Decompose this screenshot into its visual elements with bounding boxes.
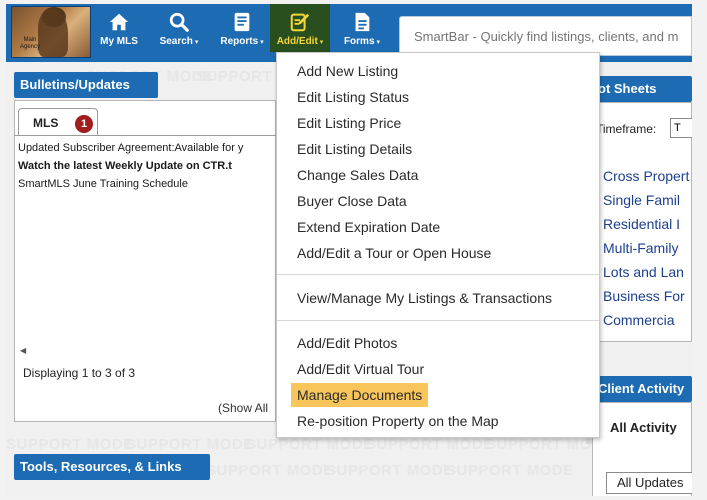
- smartbar-input[interactable]: [400, 17, 691, 55]
- nav-add-edit-label: Add/Edit: [276, 36, 318, 47]
- chevron-down-icon: ▾: [319, 39, 324, 46]
- chevron-down-icon: ▾: [260, 39, 264, 46]
- hotsheet-link[interactable]: Residential I: [603, 216, 680, 232]
- all-activity-label: All Activity: [610, 420, 677, 435]
- tab-mls-label: MLS: [33, 116, 59, 130]
- nav-add-edit[interactable]: Add/Edit ▾: [270, 4, 330, 52]
- client-activity-header: Client Activity: [592, 376, 692, 402]
- display-count: Displaying 1 to 3 of 3: [23, 366, 136, 380]
- menu-item-edit-listing-details[interactable]: Edit Listing Details: [291, 137, 418, 161]
- tab-mls[interactable]: MLS 1: [18, 108, 98, 136]
- timeframe-label: Timeframe:: [596, 122, 657, 136]
- menu-item-reposition-property[interactable]: Re-position Property on the Map: [291, 409, 505, 433]
- nav-reports[interactable]: Reports ▾: [211, 4, 273, 52]
- watermark: SUPPORT MODE: [126, 436, 254, 453]
- watermark: SUPPORT MODE: [446, 462, 574, 479]
- nav-my-mls[interactable]: My MLS: [94, 4, 144, 52]
- menu-item-buyer-close-data[interactable]: Buyer Close Data: [291, 189, 413, 213]
- menu-item-add-edit-virtual-tour[interactable]: Add/Edit Virtual Tour: [291, 357, 430, 381]
- hotsheet-link[interactable]: Multi-Family: [603, 240, 678, 256]
- watermark: SUPPORT MODE: [366, 436, 494, 453]
- menu-item-add-new-listing[interactable]: Add New Listing: [291, 59, 404, 83]
- bulletin-item[interactable]: Updated Subscriber Agreement:Available f…: [18, 142, 276, 154]
- menu-item-extend-expiration-date[interactable]: Extend Expiration Date: [291, 215, 446, 239]
- hotsheets-header: ot Sheets: [592, 76, 692, 102]
- hotsheet-link[interactable]: Single Famil: [603, 192, 680, 208]
- report-icon: [234, 12, 250, 32]
- bulletin-item[interactable]: Watch the latest Weekly Update on CTR.t: [18, 160, 276, 172]
- scroll-left-icon[interactable]: ◀: [20, 346, 26, 355]
- menu-item-add-edit-tour[interactable]: Add/Edit a Tour or Open House: [291, 241, 497, 265]
- timeframe-select[interactable]: T: [670, 118, 692, 138]
- watermark: SUPPORT MODE: [206, 462, 334, 479]
- menu-item-add-edit-photos[interactable]: Add/Edit Photos: [291, 331, 403, 355]
- watermark: SUPPORT MODE: [246, 436, 374, 453]
- menu-item-manage-documents[interactable]: Manage Documents: [291, 383, 429, 407]
- tools-header: Tools, Resources, & Links: [14, 454, 210, 480]
- hotsheet-link[interactable]: Cross Propert: [603, 168, 689, 184]
- document-icon: [355, 12, 370, 32]
- hotsheet-link[interactable]: Lots and Lan: [603, 264, 684, 280]
- nav-my-mls-label: My MLS: [100, 36, 138, 47]
- menu-item-edit-listing-price[interactable]: Edit Listing Price: [291, 111, 407, 135]
- app-canvas: SUPPORT MODE SUPPORT MODE SUPPORT MODE S…: [6, 4, 692, 496]
- logo-agency-label: Main Agency: [19, 37, 40, 50]
- search-icon: [169, 12, 189, 32]
- bulletin-item[interactable]: SmartMLS June Training Schedule: [18, 178, 276, 190]
- chevron-down-icon: ▾: [194, 39, 199, 46]
- bulletins-header: Bulletins/Updates: [14, 72, 158, 98]
- nav-search[interactable]: Search ▾: [150, 4, 208, 52]
- chevron-down-icon: ▾: [376, 39, 381, 46]
- hotsheet-link[interactable]: Commercia: [603, 312, 675, 328]
- show-all-link[interactable]: (Show All: [218, 401, 268, 415]
- watermark: SUPPORT MODE: [6, 436, 134, 453]
- horizontal-scrollbar[interactable]: ◀: [18, 346, 274, 356]
- menu-item-view-manage-listings[interactable]: View/Manage My Listings & Transactions: [291, 286, 558, 310]
- nav-forms-label: Forms: [343, 36, 375, 47]
- nav-reports-label: Reports: [220, 36, 259, 47]
- all-updates-select[interactable]: All Updates: [606, 472, 692, 494]
- watermark: SUPPORT MODE: [326, 462, 454, 479]
- menu-divider: [277, 274, 599, 275]
- hotsheet-link[interactable]: Business For: [603, 288, 685, 304]
- nav-forms[interactable]: Forms ▾: [334, 4, 390, 52]
- smartbar[interactable]: [399, 16, 692, 56]
- agency-logo[interactable]: Main Agency: [11, 6, 91, 58]
- menu-divider: [277, 320, 599, 321]
- screenshot-frame: SUPPORT MODE SUPPORT MODE SUPPORT MODE S…: [0, 0, 707, 500]
- tab-divider: [14, 135, 276, 136]
- nav-search-label: Search: [159, 36, 193, 47]
- notification-badge: 1: [75, 115, 93, 133]
- edit-icon: [290, 13, 310, 32]
- menu-item-change-sales-data[interactable]: Change Sales Data: [291, 163, 424, 187]
- add-edit-dropdown-menu: Add New Listing Edit Listing Status Edit…: [276, 52, 600, 438]
- home-icon: [109, 13, 129, 31]
- menu-item-edit-listing-status[interactable]: Edit Listing Status: [291, 85, 415, 109]
